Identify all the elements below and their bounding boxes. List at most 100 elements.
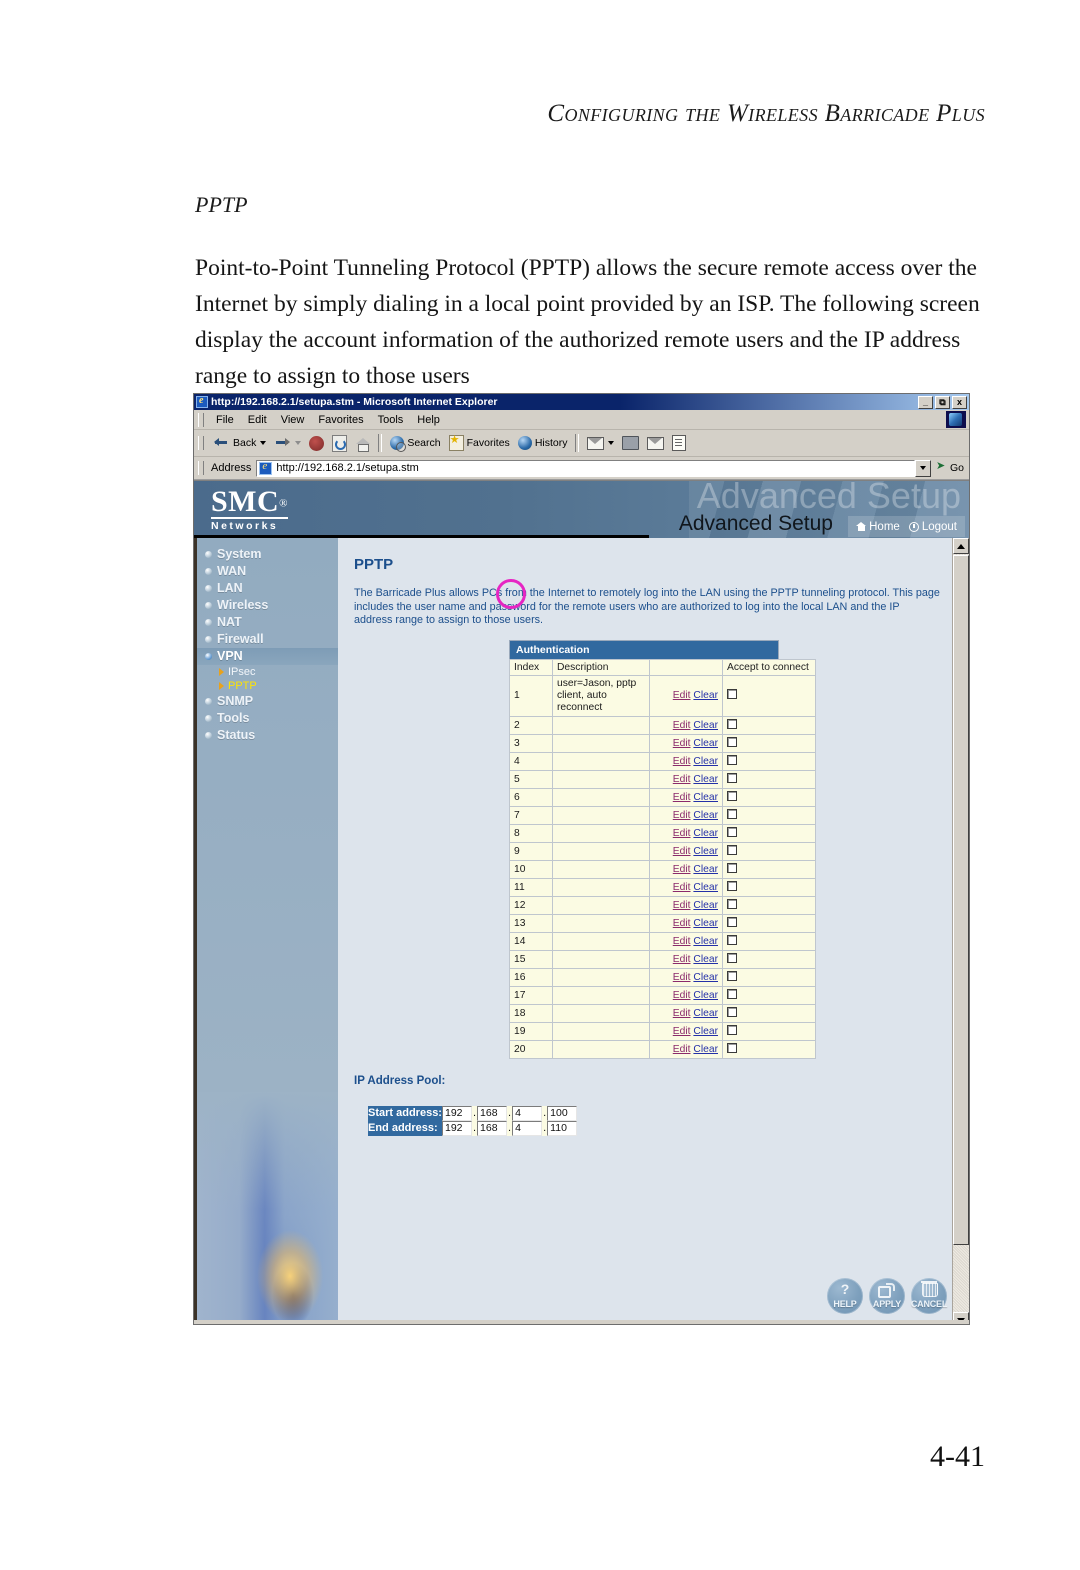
page-vertical-scrollbar[interactable]: [952, 538, 969, 1324]
end-octet-1[interactable]: [441, 1120, 472, 1136]
clear-link[interactable]: Clear: [693, 828, 718, 839]
edit-link[interactable]: Edit: [673, 864, 691, 875]
accept-to-connect-checkbox[interactable]: [727, 808, 737, 819]
start-octet-3[interactable]: [512, 1105, 543, 1121]
history-button[interactable]: History: [514, 434, 572, 452]
clear-link[interactable]: Clear: [693, 846, 718, 857]
cancel-button[interactable]: CANCEL: [911, 1278, 947, 1314]
clear-link[interactable]: Clear: [693, 720, 718, 731]
start-octet-4[interactable]: [547, 1105, 578, 1121]
back-dropdown-icon[interactable]: [260, 441, 267, 445]
accept-to-connect-checkbox[interactable]: [727, 952, 737, 963]
discuss-button[interactable]: [668, 433, 690, 453]
accept-to-connect-checkbox[interactable]: [727, 916, 737, 927]
scroll-up-button[interactable]: [953, 538, 969, 554]
sidebar-item-tools[interactable]: Tools: [197, 710, 338, 727]
edit-link[interactable]: Edit: [673, 1008, 691, 1019]
menu-grip[interactable]: [198, 412, 204, 427]
menu-view[interactable]: View: [274, 413, 312, 427]
clear-link[interactable]: Clear: [693, 900, 718, 911]
clear-link[interactable]: Clear: [693, 792, 718, 803]
clear-link[interactable]: Clear: [693, 690, 718, 701]
sidebar-item-lan[interactable]: LAN: [197, 580, 338, 597]
end-octet-4[interactable]: [547, 1120, 578, 1136]
clear-link[interactable]: Clear: [693, 738, 718, 749]
edit-link[interactable]: Edit: [673, 774, 691, 785]
edit-link[interactable]: Edit: [673, 1044, 691, 1055]
edit-link[interactable]: Edit: [673, 954, 691, 965]
scrollbar-thumb[interactable]: [953, 555, 969, 1245]
edit-link[interactable]: Edit: [673, 720, 691, 731]
logout-link[interactable]: Logout: [908, 521, 957, 533]
apply-button[interactable]: APPLY: [869, 1278, 905, 1314]
address-input[interactable]: http://192.168.2.1/setupa.stm: [256, 459, 915, 477]
minimize-button[interactable]: _: [918, 395, 933, 409]
clear-link[interactable]: Clear: [693, 936, 718, 947]
sidebar-item-nat[interactable]: NAT: [197, 614, 338, 631]
home-button[interactable]: [351, 434, 374, 453]
accept-to-connect-checkbox[interactable]: [727, 718, 737, 729]
stop-button[interactable]: [305, 434, 328, 453]
edit-link[interactable]: Edit: [673, 828, 691, 839]
sidebar-item-wireless[interactable]: Wireless: [197, 597, 338, 614]
edit-button[interactable]: [643, 435, 668, 452]
menu-file[interactable]: File: [209, 413, 241, 427]
edit-link[interactable]: Edit: [673, 792, 691, 803]
accept-to-connect-checkbox[interactable]: [727, 880, 737, 891]
address-dropdown-button[interactable]: [914, 459, 931, 477]
sidebar-item-firewall[interactable]: Firewall: [197, 631, 338, 648]
clear-link[interactable]: Clear: [693, 972, 718, 983]
favorites-button[interactable]: Favorites: [445, 433, 514, 453]
help-button[interactable]: ? HELP: [827, 1278, 863, 1314]
start-octet-2[interactable]: [477, 1105, 508, 1121]
end-octet-2[interactable]: [477, 1120, 508, 1136]
mail-button[interactable]: [583, 435, 618, 452]
clear-link[interactable]: Clear: [693, 990, 718, 1001]
menu-help[interactable]: Help: [410, 413, 447, 427]
accept-to-connect-checkbox[interactable]: [727, 988, 737, 999]
accept-to-connect-checkbox[interactable]: [727, 1006, 737, 1017]
accept-to-connect-checkbox[interactable]: [727, 844, 737, 855]
back-button[interactable]: Back: [209, 433, 270, 454]
clear-link[interactable]: Clear: [693, 918, 718, 929]
sidebar-item-wan[interactable]: WAN: [197, 563, 338, 580]
edit-link[interactable]: Edit: [673, 1026, 691, 1037]
edit-link[interactable]: Edit: [673, 846, 691, 857]
accept-to-connect-checkbox[interactable]: [727, 826, 737, 837]
edit-link[interactable]: Edit: [673, 900, 691, 911]
clear-link[interactable]: Clear: [693, 810, 718, 821]
toolbar-grip[interactable]: [198, 436, 204, 450]
accept-to-connect-checkbox[interactable]: [727, 934, 737, 945]
edit-link[interactable]: Edit: [673, 738, 691, 749]
accept-to-connect-checkbox[interactable]: [727, 689, 737, 699]
forward-button[interactable]: [270, 433, 305, 454]
clear-link[interactable]: Clear: [693, 1044, 718, 1055]
edit-link[interactable]: Edit: [673, 756, 691, 767]
restore-button[interactable]: ⧉: [935, 395, 950, 409]
search-button[interactable]: Search: [386, 434, 444, 452]
home-link[interactable]: Home: [856, 521, 900, 533]
accept-to-connect-checkbox[interactable]: [727, 898, 737, 909]
accept-to-connect-checkbox[interactable]: [727, 736, 737, 747]
clear-link[interactable]: Clear: [693, 774, 718, 785]
accept-to-connect-checkbox[interactable]: [727, 790, 737, 801]
edit-link[interactable]: Edit: [673, 972, 691, 983]
end-octet-3[interactable]: [512, 1120, 543, 1136]
edit-link[interactable]: Edit: [673, 882, 691, 893]
clear-link[interactable]: Clear: [693, 756, 718, 767]
accept-to-connect-checkbox[interactable]: [727, 862, 737, 873]
edit-link[interactable]: Edit: [673, 936, 691, 947]
refresh-button[interactable]: [328, 433, 351, 454]
sidebar-item-status[interactable]: Status: [197, 727, 338, 744]
accept-to-connect-checkbox[interactable]: [727, 1042, 737, 1053]
edit-link[interactable]: Edit: [673, 918, 691, 929]
sidebar-subitem-pptp[interactable]: PPTP: [197, 679, 338, 693]
sidebar-subitem-ipsec[interactable]: IPsec: [197, 665, 338, 679]
accept-to-connect-checkbox[interactable]: [727, 1024, 737, 1035]
address-grip[interactable]: [198, 461, 204, 475]
mail-dropdown-icon[interactable]: [608, 441, 615, 445]
print-button[interactable]: [618, 434, 643, 452]
close-button[interactable]: x: [952, 395, 967, 409]
edit-link[interactable]: Edit: [673, 690, 691, 701]
menu-favorites[interactable]: Favorites: [311, 413, 370, 427]
